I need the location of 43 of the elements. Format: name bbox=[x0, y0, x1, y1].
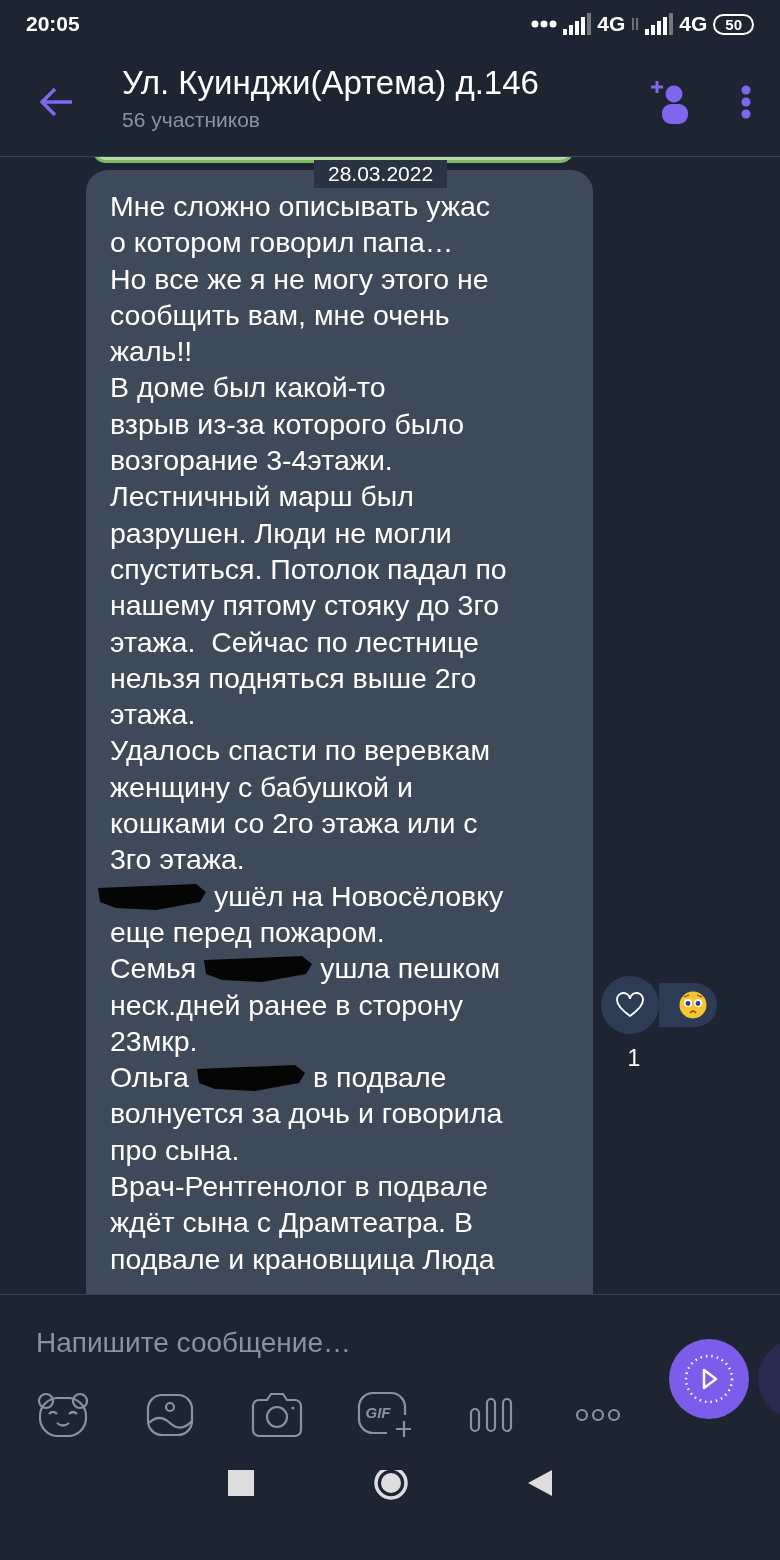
message-text-line: нашему пятому стояку до 3го bbox=[110, 588, 499, 624]
message-text-line: волнуется за дочь и говорила bbox=[110, 1096, 503, 1132]
message-text-line: в подвале bbox=[312, 1060, 447, 1096]
message-text-line: Мне сложно описывать ужас bbox=[110, 189, 491, 224]
gif-button[interactable]: GIF bbox=[357, 1388, 411, 1442]
message-text-line: Ольга bbox=[110, 1060, 189, 1096]
message-text-line: ждёт сына с Драмтеатра. В bbox=[110, 1205, 473, 1241]
message-text-line: женщину с бабушкой и bbox=[110, 769, 413, 805]
message-text-line: Удалось спасти по веревкам bbox=[110, 733, 491, 769]
date-label: 28.03.2022 bbox=[314, 160, 448, 188]
message-text-line: кошками со 2го этажа или с bbox=[110, 806, 478, 842]
gif-label: GIF bbox=[365, 1403, 391, 1421]
message-text-line: сообщить вам, мне очень bbox=[110, 297, 450, 333]
message-text-line: В доме был какой-то bbox=[110, 370, 386, 406]
message-text-line: жаль!! bbox=[110, 334, 193, 370]
message-field[interactable]: Напишите сообщение… bbox=[36, 1321, 596, 1365]
message-text-line: Но все же я не могу этого не bbox=[110, 261, 489, 297]
message-text-line: Врач-Рентгенолог в подвале bbox=[110, 1169, 488, 1204]
message-text-line: взрыв из-за которого было bbox=[110, 406, 465, 442]
message-text-line: еще перед пожаром. bbox=[110, 914, 385, 950]
message-text-line: ушёл на Новосёловку bbox=[214, 878, 504, 914]
chat-title: Ул. Куинджи(Артема) д.146 bbox=[122, 64, 540, 102]
clock-time: 20:05 bbox=[26, 12, 80, 36]
message-text-line: этажа. Сейчас по лестнице bbox=[110, 624, 479, 660]
message-text-line: 23мкр. bbox=[110, 1023, 198, 1059]
message-text-line: этажа. bbox=[110, 697, 196, 733]
message-text-line: ушла пешком bbox=[320, 951, 501, 987]
message-text-line: разрушен. Люди не могли bbox=[110, 515, 452, 551]
message-text-line: о котором говорил папа… bbox=[110, 225, 454, 261]
reaction-count: 1 bbox=[627, 1045, 641, 1072]
network-type: 4G bbox=[597, 12, 626, 36]
message-text-line: спуститься. Потолок падал по bbox=[110, 551, 507, 587]
message-text-line: Семья bbox=[110, 951, 197, 987]
message-text-line: Лестничный марш был bbox=[110, 479, 414, 515]
message-text-line: 3го этажа. bbox=[110, 842, 245, 878]
battery-level: 50 bbox=[713, 13, 754, 35]
message-text-line: подвале и крановщица Люда bbox=[110, 1241, 495, 1277]
message-text-line: неск.дней ранее в сторону bbox=[110, 987, 463, 1023]
message-text-line: про сына. bbox=[110, 1132, 240, 1168]
message-text-line: возгорание 3-4этажи. bbox=[110, 443, 393, 479]
message-text-line: нельзя подняться выше 2го bbox=[110, 660, 477, 696]
participants-count: 56 участников bbox=[122, 108, 262, 132]
network-type: 4G bbox=[679, 12, 708, 36]
